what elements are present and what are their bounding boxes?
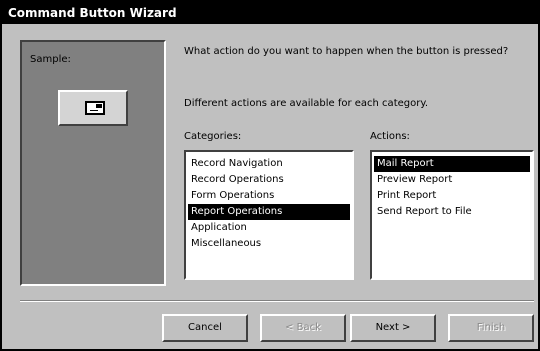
category-item-record-navigation[interactable]: Record Navigation bbox=[188, 156, 350, 172]
command-button-wizard-window: Command Button Wizard Sample: What actio… bbox=[0, 0, 540, 351]
categories-listbox[interactable]: Record Navigation Record Operations Form… bbox=[184, 150, 354, 280]
window-title: Command Button Wizard bbox=[2, 2, 538, 24]
sample-panel: Sample: bbox=[20, 40, 166, 286]
action-item-mail-report[interactable]: Mail Report bbox=[374, 156, 530, 172]
next-button[interactable]: Next > bbox=[350, 314, 436, 342]
category-item-miscellaneous[interactable]: Miscellaneous bbox=[188, 236, 350, 252]
envelope-stamp bbox=[96, 104, 102, 108]
actions-label: Actions: bbox=[370, 131, 410, 142]
mail-envelope-icon bbox=[85, 101, 105, 115]
category-item-form-operations[interactable]: Form Operations bbox=[188, 188, 350, 204]
category-item-report-operations[interactable]: Report Operations bbox=[188, 204, 350, 220]
footer-separator bbox=[20, 300, 534, 302]
category-item-application[interactable]: Application bbox=[188, 220, 350, 236]
action-item-print-report[interactable]: Print Report bbox=[374, 188, 530, 204]
action-item-send-report-to-file[interactable]: Send Report to File bbox=[374, 204, 530, 220]
sample-button-preview bbox=[58, 90, 128, 126]
actions-listbox[interactable]: Mail Report Preview Report Print Report … bbox=[370, 150, 534, 280]
category-item-record-operations[interactable]: Record Operations bbox=[188, 172, 350, 188]
finish-button[interactable]: Finish bbox=[448, 314, 534, 342]
categories-label: Categories: bbox=[184, 131, 242, 142]
action-item-preview-report[interactable]: Preview Report bbox=[374, 172, 530, 188]
envelope-line bbox=[90, 110, 98, 111]
cancel-button[interactable]: Cancel bbox=[162, 314, 248, 342]
back-button[interactable]: < Back bbox=[260, 314, 346, 342]
action-question: What action do you want to happen when t… bbox=[184, 46, 509, 57]
sample-label: Sample: bbox=[30, 54, 71, 65]
category-hint: Different actions are available for each… bbox=[184, 98, 429, 109]
